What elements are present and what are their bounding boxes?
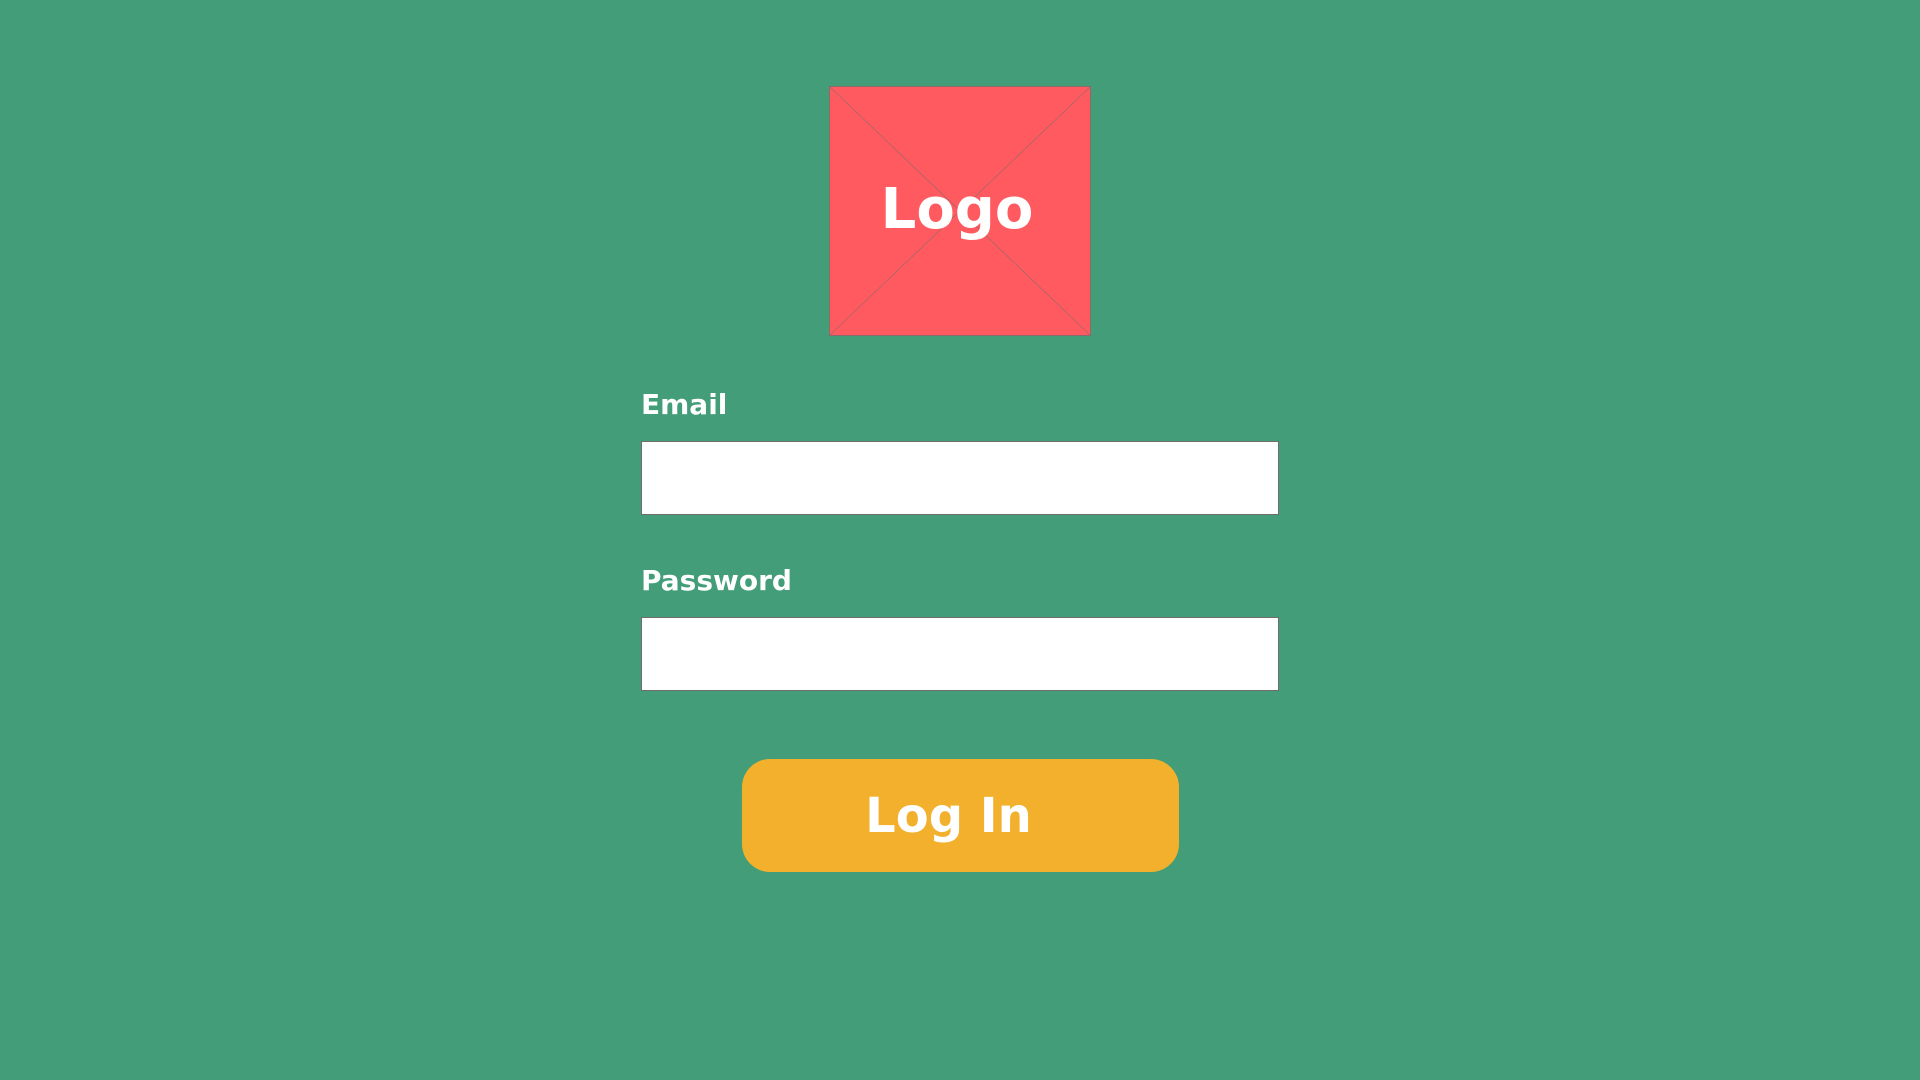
login-button[interactable]: Log In [742,759,1179,872]
login-page: Logo Email Password Log In [0,0,1920,1080]
password-field[interactable] [641,617,1279,691]
logo-text: Logo [880,176,1034,242]
password-label: Password [641,564,792,597]
email-field[interactable] [641,441,1279,515]
email-label: Email [641,388,728,421]
logo-placeholder: Logo [829,86,1091,336]
